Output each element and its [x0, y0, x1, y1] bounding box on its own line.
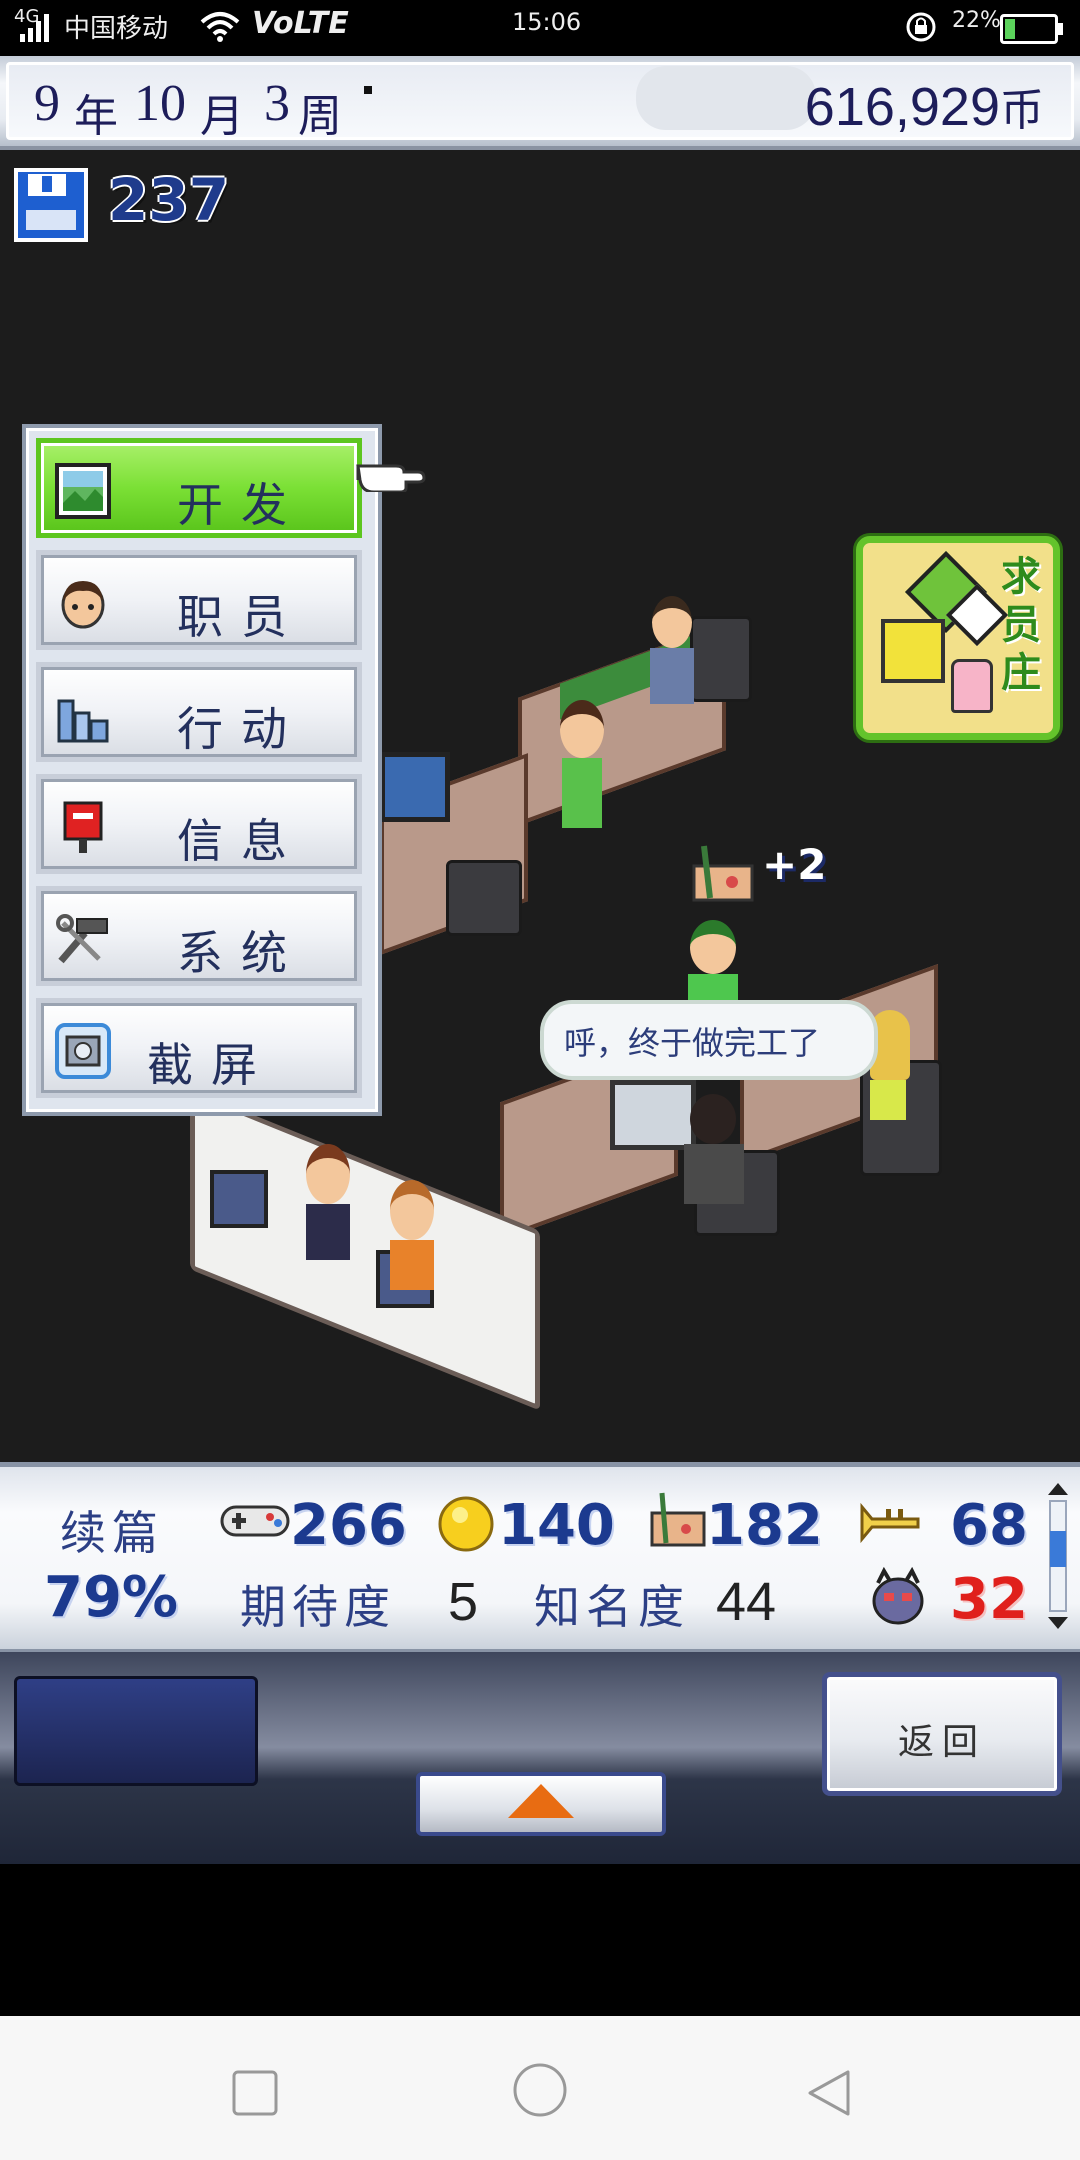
main-menu: 开发 职员 行动 信息 系统 截屏: [22, 424, 382, 1116]
recruit-staff-button[interactable]: 求员庄: [856, 536, 1060, 740]
return-button[interactable]: 返回: [822, 1672, 1062, 1796]
staff-icon: [61, 581, 105, 629]
computer-monitor: [210, 1170, 268, 1228]
menu-staff-button[interactable]: 职员: [36, 550, 362, 650]
cloud-decoration: [636, 66, 816, 130]
mailbox-icon: [63, 801, 103, 853]
sound-stat: 68: [950, 1493, 1028, 1558]
status-bar: 4G 中国移动 VoLTE 15:06 22%: [0, 0, 1080, 56]
carrier-name: 中国移动: [64, 14, 169, 44]
project-progress: 79%: [44, 1565, 179, 1630]
receptionist: [306, 1144, 350, 1260]
menu-screenshot-label: 截屏: [147, 1038, 275, 1092]
money-unit: 币: [1000, 85, 1044, 136]
receptionist: [390, 1180, 434, 1290]
city-icon: [57, 699, 109, 743]
expectation-value: 5: [448, 1572, 479, 1632]
navigation-bar: [0, 2016, 1080, 2160]
staff-member: [560, 700, 604, 828]
graphics-stat: 182: [706, 1493, 823, 1558]
battery-icon: [1000, 14, 1063, 44]
research-points: 237: [108, 166, 230, 234]
menu-develop-button[interactable]: 开发: [36, 438, 362, 538]
stats-scrollbar[interactable]: [1046, 1481, 1070, 1631]
boost-indicator: +2: [762, 840, 827, 889]
computer-monitor: [380, 752, 450, 822]
develop-icon: [55, 463, 111, 519]
month-unit: 月: [200, 92, 244, 141]
battery-percent: 22%: [952, 8, 1001, 33]
clock: 15:06: [512, 8, 582, 36]
network-type: VoLTE: [252, 6, 349, 41]
menu-action-label: 行动: [177, 702, 305, 756]
menu-develop-label: 开发: [177, 478, 305, 532]
money-value: 616,929: [804, 77, 1000, 137]
recruit-label: 求员庄: [1001, 553, 1041, 696]
return-label: 返回: [897, 1722, 986, 1763]
reception-counter: [190, 1089, 540, 1411]
month-value: 10: [134, 75, 186, 132]
expand-up-button[interactable]: [416, 1772, 666, 1836]
rotation-lock-icon: [906, 12, 936, 42]
menu-screenshot-button[interactable]: 截屏: [36, 998, 362, 1098]
back-icon[interactable]: [804, 2068, 854, 2118]
arrow-up-icon: [508, 1784, 574, 1818]
project-type: 续篇: [60, 1506, 164, 1560]
menu-system-label: 系统: [177, 926, 305, 980]
week-value: 3: [264, 75, 290, 132]
staff-member: [650, 596, 694, 704]
computer-monitor: [610, 1080, 696, 1150]
year-value: 9: [34, 75, 60, 132]
speech-bubble: 呼，终于做完工了: [540, 1000, 878, 1080]
tools-icon: [56, 914, 108, 964]
year-unit: 年: [74, 92, 118, 141]
fame-label: 知名度: [534, 1580, 690, 1634]
menu-action-button[interactable]: 行动: [36, 662, 362, 762]
expectation-label: 期待度: [240, 1580, 396, 1634]
screen-gap: [0, 1864, 1080, 2016]
gamepad-icon: [220, 1505, 290, 1537]
creativity-stat: 140: [498, 1493, 615, 1558]
home-icon[interactable]: [512, 2062, 568, 2118]
bug-icon: [872, 1567, 924, 1625]
staff-member: [684, 1094, 744, 1204]
menu-info-button[interactable]: 信息: [36, 774, 362, 874]
graphics-brush-icon: [692, 845, 754, 902]
wifi-icon: [200, 12, 240, 42]
money-display: 616,929币: [805, 74, 1044, 138]
fun-stat: 266: [290, 1493, 407, 1558]
menu-system-button[interactable]: 系统: [36, 886, 362, 986]
office-chair: [446, 860, 522, 936]
camera-icon: [55, 1023, 111, 1079]
character-face-icon: [881, 619, 945, 683]
recent-apps-icon[interactable]: [230, 2068, 280, 2118]
bugs-stat: 32: [950, 1567, 1028, 1632]
gold-coin-icon: [438, 1496, 494, 1552]
menu-staff-label: 职员: [177, 590, 305, 644]
pointing-hand-icon: [356, 464, 426, 492]
blank-panel-button[interactable]: [14, 1676, 258, 1786]
signal-icon: [20, 14, 49, 42]
graphics-brush-icon: [650, 1492, 706, 1547]
office-chair: [690, 616, 752, 702]
week-unit: 周: [298, 92, 342, 141]
speech-text: 呼，终于做完工了: [564, 1024, 821, 1062]
trumpet-icon: [860, 1502, 920, 1544]
fame-value: 44: [716, 1572, 777, 1632]
stats-panel: 续篇 79% 266 140 182 68 期待度 5 知名度 44 32: [0, 1462, 1080, 1654]
date-money-bar: 9 年 10 月 3 周 616,929币: [0, 56, 1080, 150]
floppy-disk-icon[interactable]: [14, 168, 88, 242]
menu-info-label: 信息: [177, 814, 305, 868]
